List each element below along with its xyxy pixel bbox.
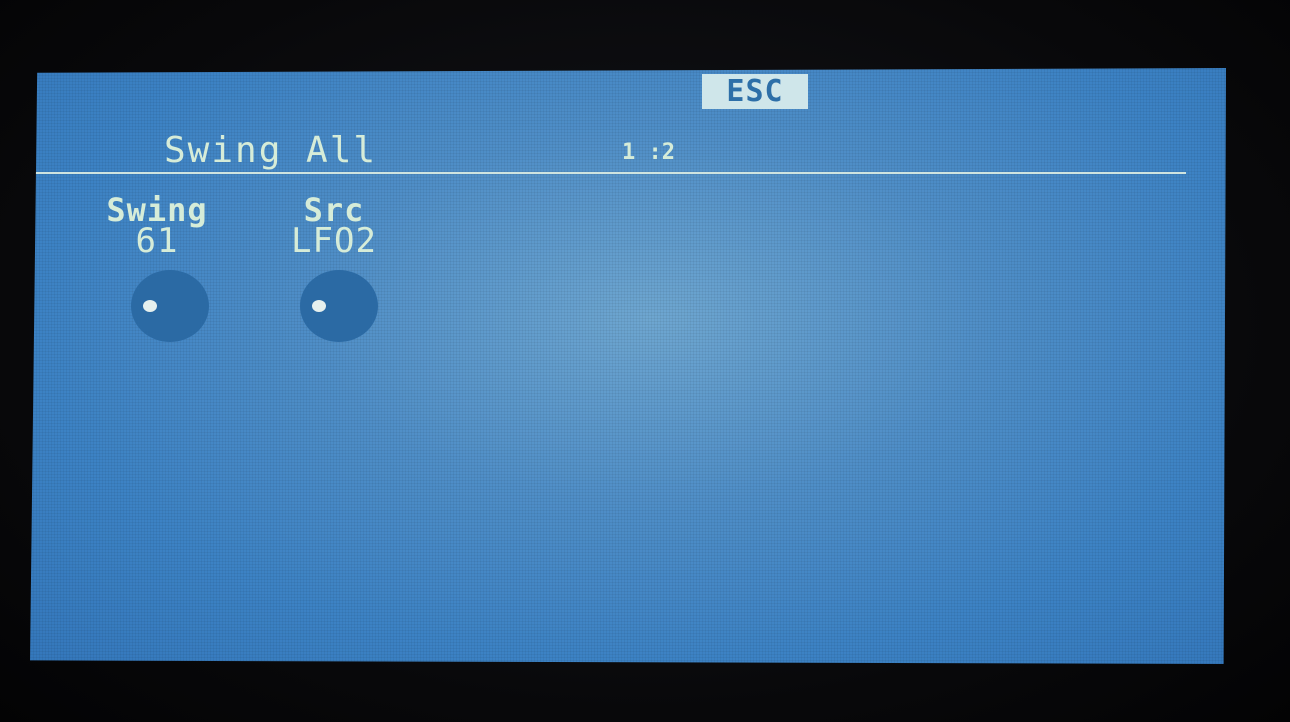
esc-button[interactable]: ESC	[702, 74, 808, 109]
lcd-screen: ESC Swing All 1 :2 Swing 61 Src LFO2	[30, 68, 1226, 664]
param-value-swing: 61	[135, 221, 179, 261]
page-indicator: 1 :2	[622, 140, 675, 165]
knob-position-indicator	[143, 300, 157, 312]
src-knob[interactable]	[300, 270, 378, 342]
param-label-swing: Swing	[106, 191, 208, 229]
swing-knob[interactable]	[131, 270, 209, 342]
param-label-src: Src	[303, 191, 365, 229]
header-divider	[30, 172, 1186, 174]
knob-position-indicator	[312, 300, 326, 312]
param-src: Src LFO2	[266, 191, 402, 261]
param-value-src: LFO2	[291, 221, 377, 261]
param-swing: Swing 61	[102, 191, 212, 261]
page-title: Swing All	[164, 130, 378, 171]
